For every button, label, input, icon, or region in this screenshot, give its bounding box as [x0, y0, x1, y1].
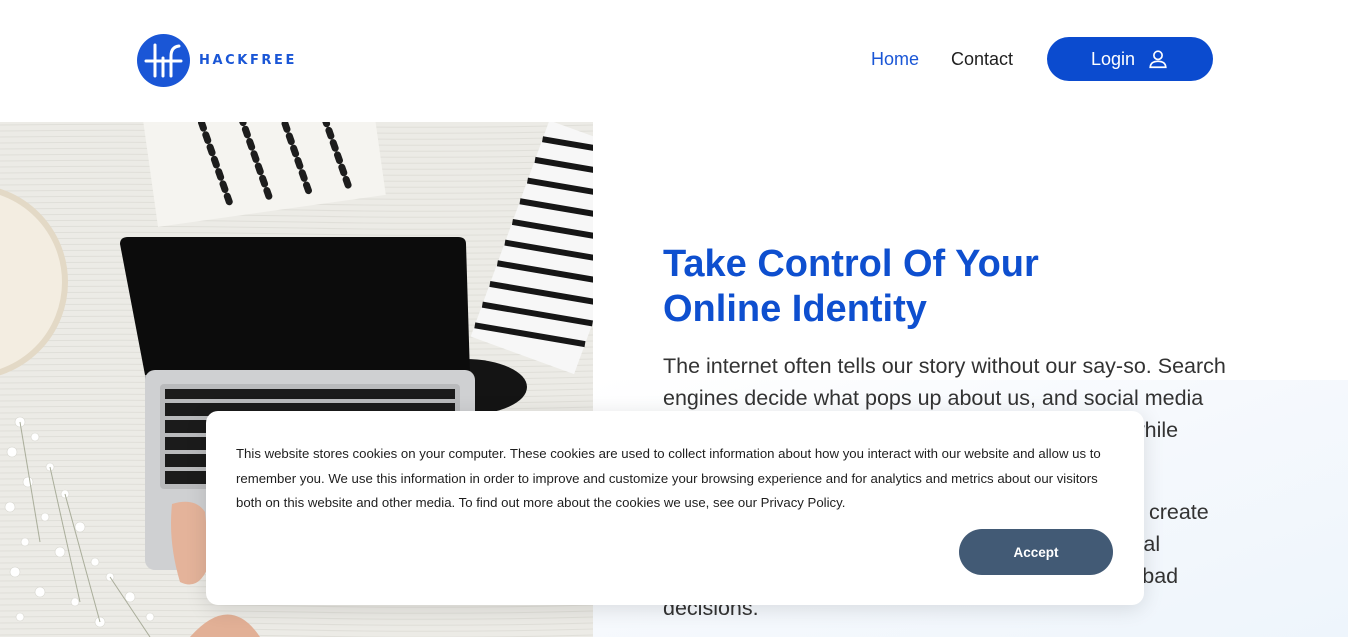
hero-title: Take Control Of Your Online Identity [663, 242, 1263, 332]
brand-logo[interactable]: HACKFREE [137, 34, 297, 87]
hf-logo-icon [137, 34, 190, 87]
accept-cookies-button[interactable]: Accept [959, 529, 1113, 575]
brand-name: HACKFREE [199, 53, 298, 68]
login-button-label: Login [1090, 48, 1136, 69]
nav-home-link[interactable]: Home [871, 49, 919, 70]
cookie-banner: This website stores cookies on your comp… [206, 411, 1144, 605]
hero-title-line-2: Online Identity [663, 288, 927, 330]
hero-title-line-1: Take Control Of Your [663, 243, 1039, 285]
login-button[interactable]: Login [1047, 37, 1213, 81]
site-header: HACKFREE Home Contact Login [0, 0, 1348, 122]
cookie-banner-text: This website stores cookies on your comp… [236, 446, 1101, 510]
main-nav: Home Contact [871, 37, 1045, 81]
nav-contact-link[interactable]: Contact [951, 49, 1013, 70]
user-icon [1149, 50, 1167, 69]
